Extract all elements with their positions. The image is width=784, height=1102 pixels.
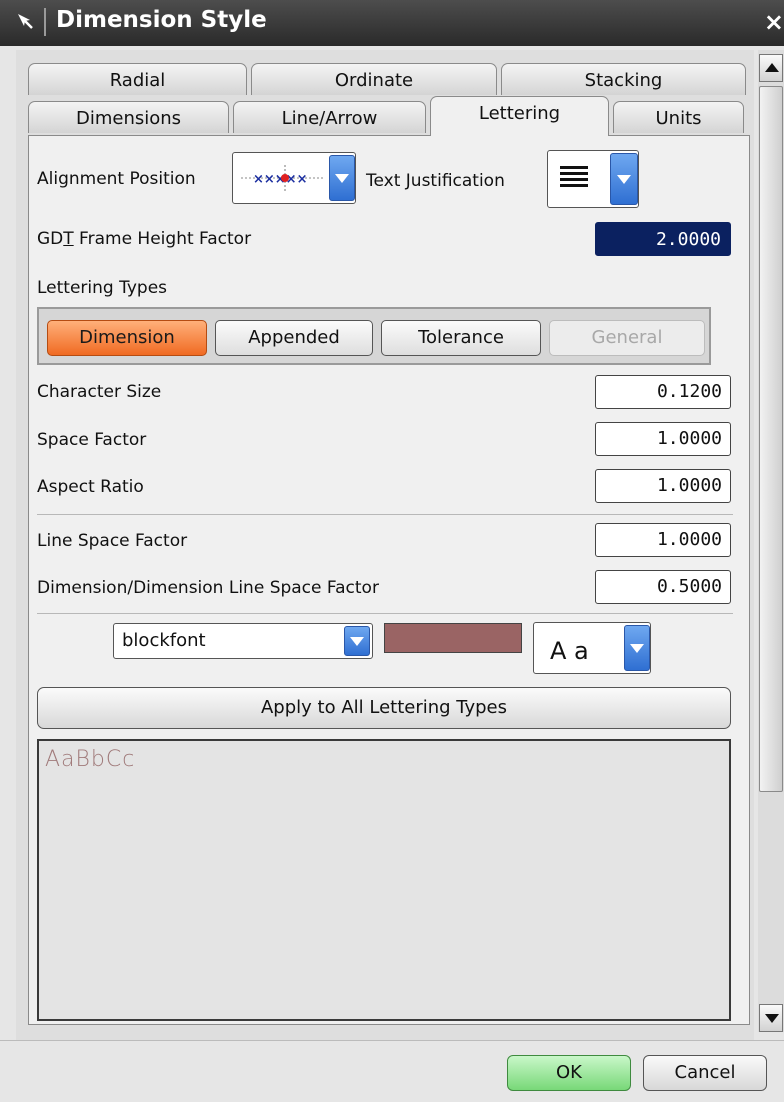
title-separator bbox=[44, 8, 46, 36]
line-space-factor-input[interactable]: 1.0000 bbox=[595, 523, 731, 557]
scroll-up-icon[interactable] bbox=[759, 54, 783, 82]
lettering-type-appended-button[interactable]: Appended bbox=[215, 320, 373, 356]
footer-divider bbox=[0, 1040, 784, 1041]
aspect-ratio-label: Aspect Ratio bbox=[37, 477, 144, 497]
justify-left-icon bbox=[560, 166, 588, 187]
ok-button[interactable]: OK bbox=[507, 1055, 631, 1091]
gdt-frame-height-factor-input[interactable]: 2.0000 bbox=[595, 222, 731, 256]
chevron-down-icon[interactable] bbox=[329, 155, 355, 201]
lettering-type-dimension-button[interactable]: Dimension bbox=[47, 320, 207, 356]
preview-sample-text: AaBbCc bbox=[45, 747, 136, 772]
lettering-color-swatch[interactable] bbox=[384, 623, 522, 653]
midpoint-alignment-icon: ××××× bbox=[241, 165, 323, 191]
divider bbox=[37, 514, 733, 515]
space-factor-label: Space Factor bbox=[37, 430, 147, 450]
tab-ordinate[interactable]: Ordinate bbox=[251, 63, 497, 95]
vertical-scrollbar[interactable] bbox=[758, 50, 784, 1032]
chevron-down-icon[interactable] bbox=[610, 153, 638, 205]
tab-radial[interactable]: Radial bbox=[28, 63, 247, 95]
close-icon[interactable]: × bbox=[764, 8, 784, 36]
lettering-style-value: A a bbox=[550, 637, 589, 665]
lettering-preview: AaBbCc bbox=[37, 739, 731, 1021]
apply-to-all-lettering-types-button[interactable]: Apply to All Lettering Types bbox=[37, 687, 731, 729]
tab-lettering[interactable]: Lettering bbox=[430, 96, 609, 136]
text-justification-label: Text Justification bbox=[366, 171, 505, 191]
gdt-frame-height-factor-label: GDT Frame Height Factor bbox=[37, 229, 252, 249]
lettering-type-general-button: General bbox=[549, 320, 705, 356]
character-size-label: Character Size bbox=[37, 382, 162, 402]
pin-icon[interactable] bbox=[14, 10, 36, 32]
alignment-position-label: Alignment Position bbox=[37, 169, 196, 189]
tab-line-arrow[interactable]: Line/Arrow bbox=[233, 101, 426, 133]
line-space-factor-label: Line Space Factor bbox=[37, 531, 188, 551]
scrollbar-thumb[interactable] bbox=[759, 86, 783, 792]
svg-text:×××××: ××××× bbox=[253, 172, 307, 187]
title-bar: Dimension Style × bbox=[0, 0, 784, 46]
divider bbox=[37, 613, 733, 614]
text-justification-dropdown[interactable] bbox=[547, 150, 639, 208]
cancel-button[interactable]: Cancel bbox=[643, 1055, 767, 1091]
lettering-type-tolerance-button[interactable]: Tolerance bbox=[381, 320, 541, 356]
chevron-down-icon[interactable] bbox=[344, 626, 370, 656]
font-dropdown[interactable]: blockfont bbox=[113, 623, 373, 659]
alignment-position-dropdown[interactable]: ××××× bbox=[232, 152, 356, 204]
aspect-ratio-input[interactable]: 1.0000 bbox=[595, 469, 731, 503]
font-value: blockfont bbox=[122, 630, 206, 651]
lettering-types-label: Lettering Types bbox=[37, 278, 168, 298]
lettering-style-dropdown[interactable]: A a bbox=[533, 622, 651, 674]
tab-units[interactable]: Units bbox=[613, 101, 744, 133]
space-factor-input[interactable]: 1.0000 bbox=[595, 422, 731, 456]
window-title: Dimension Style bbox=[56, 7, 267, 33]
tab-dimensions[interactable]: Dimensions bbox=[28, 101, 229, 133]
dim-line-space-factor-label: Dimension/Dimension Line Space Factor bbox=[37, 578, 379, 598]
tab-stacking[interactable]: Stacking bbox=[501, 63, 746, 95]
dim-line-space-factor-input[interactable]: 0.5000 bbox=[595, 570, 731, 604]
character-size-input[interactable]: 0.1200 bbox=[595, 375, 731, 409]
scroll-down-icon[interactable] bbox=[759, 1004, 783, 1032]
chevron-down-icon[interactable] bbox=[624, 625, 650, 671]
